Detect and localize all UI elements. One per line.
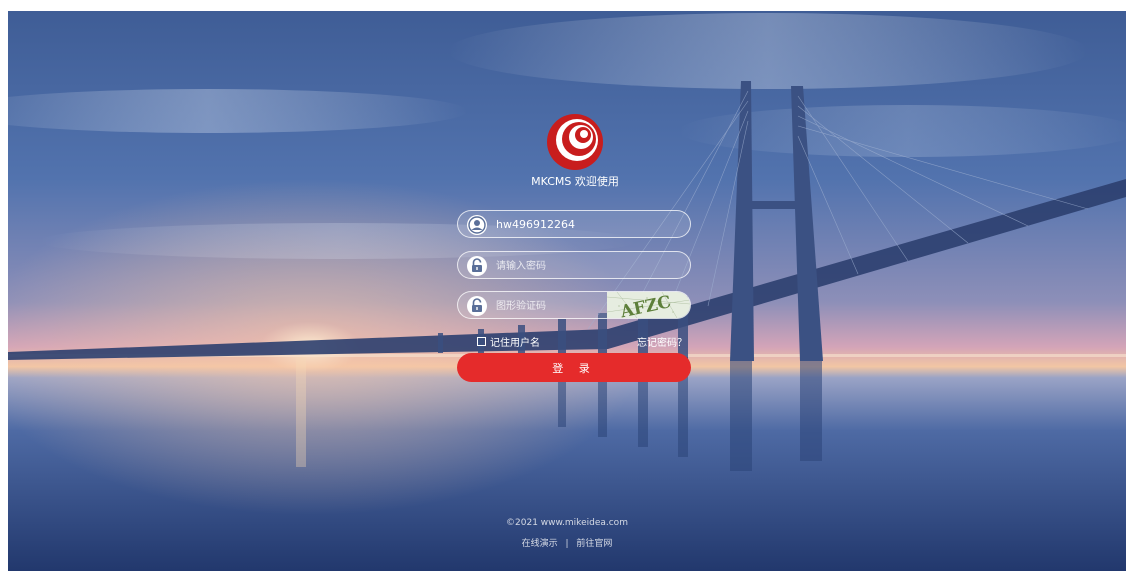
password-field[interactable] [457,251,691,279]
lock-icon [467,296,487,316]
checkbox-icon[interactable] [477,337,486,346]
captcha-field[interactable]: AFZC [457,291,691,319]
password-input[interactable] [496,257,676,274]
username-field[interactable] [457,210,691,238]
remember-label: 记住用户名 [490,338,540,349]
username-input[interactable] [496,216,676,233]
welcome-title: MKCMS 欢迎使用 [531,175,619,188]
copyright-text: ©2021 www.mikeidea.com [506,518,628,528]
user-icon [467,215,487,235]
captcha-input[interactable] [496,297,606,314]
footer: ©2021 www.mikeidea.com 在线演示 | 前往官网 [8,518,1126,549]
lock-icon [467,256,487,276]
forgot-password-link[interactable]: 忘记密码？ [637,334,687,349]
demo-link[interactable]: 在线演示 [522,539,558,549]
mkcms-logo-icon [546,113,604,171]
official-site-link[interactable]: 前往官网 [576,539,612,549]
remember-checkbox[interactable]: 记住用户名 [477,334,540,349]
footer-separator: | [565,539,569,549]
login-button[interactable]: 登 录 [457,353,691,382]
footer-links: 在线演示 | 前往官网 [8,536,1126,549]
captcha-image[interactable]: AFZC [607,292,690,318]
login-page: MKCMS 欢迎使用 hw496912264 图形验证码 AFZC 记住用户名 … [8,11,1126,571]
